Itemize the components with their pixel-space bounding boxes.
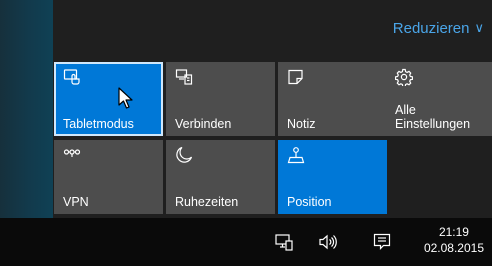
chevron-down-icon: ∨ [474,20,484,35]
tile-tabletmodus[interactable]: Tabletmodus [54,62,163,136]
note-icon [287,68,305,86]
tile-label: Alle Einstellungen [395,103,471,131]
tile-position[interactable]: Position [278,140,387,214]
tile-alle-einstellungen[interactable]: Alle Einstellungen [386,62,492,136]
tile-label: Ruhezeiten [175,195,239,209]
collapse-label: Reduzieren [392,20,470,37]
gear-icon [395,68,413,86]
action-center-icon[interactable] [372,232,392,252]
tile-verbinden[interactable]: Verbinden [166,62,275,136]
vpn-icon [63,146,81,164]
moon-icon [175,146,193,164]
tile-vpn[interactable]: VPN [54,140,163,214]
collapse-button[interactable]: Reduzieren ∨ [393,20,484,37]
connect-icon [175,68,193,86]
tile-label: VPN [63,195,89,209]
taskbar: 21:19 02.08.2015 [0,218,492,266]
tile-ruhezeiten[interactable]: Ruhezeiten [166,140,275,214]
tile-label: Tabletmodus [63,117,134,131]
tile-notiz[interactable]: Notiz [278,62,387,136]
tablet-mode-icon [63,68,81,86]
mouse-cursor-icon [118,87,136,111]
clock[interactable]: 21:19 02.08.2015 [424,224,484,256]
tile-label: Verbinden [175,117,232,131]
network-icon[interactable] [274,232,294,252]
desktop-background [0,0,53,218]
location-icon [287,146,305,164]
clock-time: 21:19 [438,225,469,239]
tile-label: Notiz [287,117,316,131]
clock-date: 02.08.2015 [423,241,484,255]
tile-label: Position [287,195,332,209]
volume-icon[interactable] [318,232,338,252]
